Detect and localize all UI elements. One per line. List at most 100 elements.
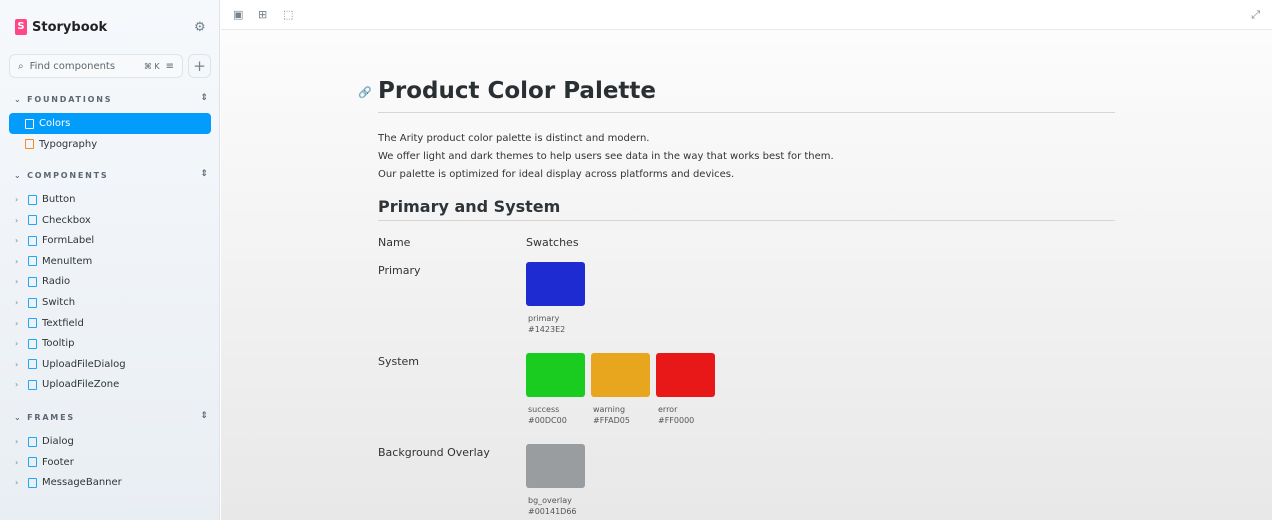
component-icon — [28, 477, 37, 488]
row-name: Primary — [378, 264, 421, 277]
sidebar-item-switch[interactable]: › Switch — [9, 292, 211, 313]
link-icon[interactable]: 🔗 — [358, 86, 372, 99]
search-icon: ⌕ — [18, 60, 24, 72]
chevron-right-icon: › — [15, 437, 19, 446]
component-icon — [28, 457, 37, 468]
intro: The Arity product color palette is disti… — [378, 130, 834, 184]
sidebar-item-label: Textfield — [42, 317, 84, 329]
component-icon — [28, 297, 37, 308]
sidebar-item-footer[interactable]: › Footer — [9, 452, 211, 473]
group-label: COMPONENTS — [27, 171, 109, 180]
docs-canvas: 🔗 Product Color Palette The Arity produc… — [221, 30, 1272, 520]
group-components[interactable]: ⌄ COMPONENTS ⇕ — [14, 169, 208, 180]
swatch-error: error #FF0000 — [656, 353, 715, 426]
chevron-right-icon: › — [15, 215, 19, 225]
sidebar-item-checkbox[interactable]: › Checkbox — [9, 210, 211, 231]
swatch-color — [526, 353, 585, 397]
sidebar-item-label: MenuItem — [42, 255, 93, 267]
chevron-right-icon: › — [15, 277, 19, 287]
gear-icon[interactable]: ⚙ — [194, 20, 206, 35]
sidebar-item-textfield[interactable]: › Textfield — [9, 313, 211, 334]
group-foundations[interactable]: ⌄ FOUNDATIONS ⇕ — [14, 93, 208, 104]
sidebar-item-button[interactable]: › Button — [9, 189, 211, 210]
expand-collapse-icon[interactable]: ⇕ — [200, 93, 208, 103]
swatch-color — [526, 444, 585, 488]
outline-icon[interactable]: ⬚ — [283, 8, 293, 21]
group-label: FRAMES — [27, 413, 75, 422]
chevron-right-icon: › — [15, 195, 19, 204]
component-icon — [28, 359, 37, 370]
name-header: Name — [378, 236, 411, 249]
swatch-label: warning — [593, 405, 626, 414]
component-icon — [28, 379, 37, 390]
chevron-down-icon: ⌄ — [14, 413, 28, 422]
expand-collapse-icon[interactable]: ⇕ — [200, 169, 208, 179]
swatches-header: Swatches — [526, 236, 579, 249]
row-name: System — [378, 355, 420, 368]
filter-icon[interactable]: ≡ — [166, 61, 174, 72]
shortcut-hint: ⌘ K — [143, 61, 160, 71]
swatch-label: primary — [528, 314, 560, 323]
sidebar-item-label: MessageBanner — [42, 477, 122, 489]
brand-name: Storybook — [32, 19, 108, 35]
sidebar-item-radio[interactable]: › Radio — [9, 271, 211, 292]
sidebar-item-label: UploadFileDialog — [42, 358, 126, 370]
chevron-right-icon: › — [15, 457, 19, 467]
swatch-color — [591, 353, 650, 397]
component-icon — [28, 276, 37, 287]
swatch-label: success — [528, 405, 560, 414]
sidebar-item-colors[interactable]: Colors — [9, 113, 211, 134]
sidebar-item-label: Typography — [39, 138, 98, 150]
page-title: Product Color Palette — [378, 78, 1115, 113]
sidebar-item-label: Switch — [42, 297, 76, 308]
search-placeholder: Find components — [29, 60, 116, 72]
sidebar-item-label: Checkbox — [42, 214, 91, 226]
sidebar-item-label: Colors — [39, 118, 71, 129]
intro-line: Our palette is optimized for ideal displ… — [378, 169, 735, 180]
row-name: Background Overlay — [378, 446, 490, 459]
group-frames[interactable]: ⌄ FRAMES ⇕ — [14, 411, 208, 422]
swatch-label: bg_overlay — [528, 496, 572, 505]
document-icon — [25, 139, 34, 150]
storybook-logo[interactable]: S Storybook — [15, 19, 107, 35]
swatch-primary: primary #1423E2 — [526, 262, 585, 335]
toolbar: ▣ ⊞ ⬚ ⤢ — [221, 0, 1272, 30]
intro-line: The Arity product color palette is disti… — [378, 133, 650, 144]
swatch-warning: warning #FFAD05 — [591, 353, 650, 426]
chevron-right-icon: › — [15, 359, 19, 369]
swatch-hex: #00DC00 — [528, 416, 567, 425]
chevron-down-icon: ⌄ — [14, 95, 28, 104]
chevron-right-icon: › — [15, 298, 19, 307]
sidebar-item-uploadfilezone[interactable]: › UploadFileZone — [9, 374, 211, 395]
grid-icon[interactable]: ⊞ — [258, 8, 267, 21]
swatch-color — [526, 262, 585, 306]
component-icon — [28, 436, 37, 447]
swatch-hex: #FFAD05 — [593, 416, 630, 425]
sidebar-item-label: Radio — [42, 276, 71, 288]
group-label: FOUNDATIONS — [27, 95, 113, 104]
sidebar-item-formlabel[interactable]: › FormLabel — [9, 230, 211, 251]
chevron-down-icon: ⌄ — [14, 171, 28, 180]
storybook-icon: S — [15, 19, 27, 35]
background-icon[interactable]: ▣ — [233, 8, 243, 21]
sidebar-item-label: FormLabel — [42, 235, 95, 247]
sidebar-item-label: Tooltip — [42, 338, 75, 350]
sidebar-item-messagebanner[interactable]: › MessageBanner — [9, 472, 211, 493]
sidebar-item-typography[interactable]: Typography — [9, 134, 211, 155]
component-icon — [28, 235, 37, 246]
sidebar-item-tooltip[interactable]: › Tooltip — [9, 333, 211, 354]
component-icon — [28, 318, 37, 329]
sidebar-item-label: Dialog — [42, 436, 74, 447]
sidebar-item-dialog[interactable]: › Dialog — [9, 431, 211, 452]
add-button[interactable]: + — [188, 54, 211, 78]
sidebar-item-label: Button — [42, 194, 76, 205]
expand-collapse-icon[interactable]: ⇕ — [200, 411, 208, 421]
chevron-right-icon: › — [15, 478, 19, 488]
search-input[interactable]: ⌕ Find components ⌘ K ≡ — [9, 54, 183, 78]
sidebar-item-menuitem[interactable]: › MenuItem — [9, 251, 211, 272]
component-icon — [28, 256, 37, 267]
sidebar-item-uploadfiledialog[interactable]: › UploadFileDialog — [9, 354, 211, 375]
section-title: Primary and System — [378, 197, 1115, 221]
chevron-right-icon: › — [15, 318, 19, 328]
fullscreen-icon[interactable]: ⤢ — [1251, 8, 1260, 22]
